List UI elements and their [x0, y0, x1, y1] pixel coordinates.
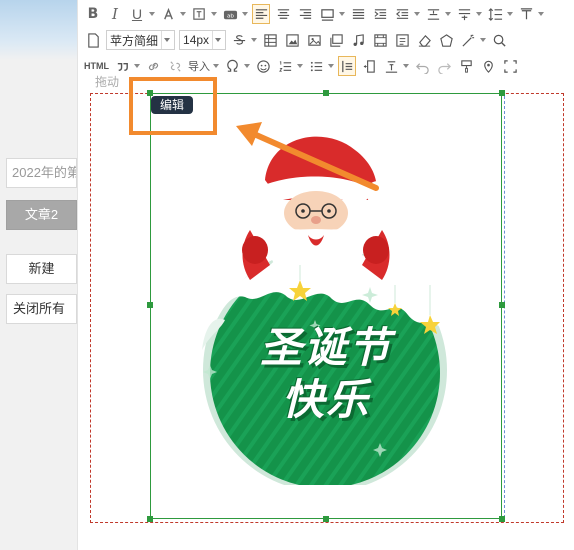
outdent-caret-icon[interactable] — [414, 12, 420, 16]
clear-format-icon[interactable] — [517, 4, 535, 24]
highlight-icon[interactable]: ab — [221, 4, 239, 24]
font-color-icon[interactable] — [159, 4, 177, 24]
spacing-top-caret-icon[interactable] — [445, 12, 451, 16]
table-icon[interactable] — [261, 30, 279, 50]
unlink-icon[interactable] — [166, 56, 184, 76]
ordered-list-icon[interactable] — [276, 56, 294, 76]
annotation-highlight-box — [129, 77, 217, 135]
import-caret-icon[interactable] — [213, 64, 219, 68]
editor-toolbar: B I U ab 苹方简细 14px HTML 导入 — [78, 0, 574, 82]
greeting-line-2: 快乐 — [281, 375, 370, 424]
italic-icon[interactable]: I — [106, 4, 124, 24]
font-family-select[interactable]: 苹方简细 — [106, 30, 176, 50]
vertical-align-caret-icon[interactable] — [403, 64, 409, 68]
gallery-icon[interactable] — [327, 30, 345, 50]
resize-handle-bottom[interactable] — [323, 516, 329, 522]
line-height-icon[interactable] — [486, 4, 504, 24]
article-title-input[interactable]: 2022年的第 — [6, 158, 77, 188]
search-replace-icon[interactable] — [490, 30, 508, 50]
magic-wand-caret-icon[interactable] — [480, 38, 487, 42]
map-icon[interactable] — [479, 56, 497, 76]
unordered-list-caret-icon[interactable] — [328, 64, 334, 68]
chevron-down-icon — [161, 31, 171, 49]
resize-handle-right[interactable] — [499, 302, 505, 308]
close-all-button[interactable]: 关闭所有 — [6, 294, 77, 324]
border-caret-icon[interactable] — [339, 12, 345, 16]
resize-handle-bottom-right[interactable] — [499, 516, 505, 522]
image-icon[interactable] — [283, 30, 301, 50]
fit-width-icon[interactable] — [338, 56, 356, 76]
clear-format-caret-icon[interactable] — [538, 12, 544, 16]
align-center-icon[interactable] — [274, 4, 292, 24]
attachment-icon[interactable] — [393, 30, 411, 50]
undo-icon[interactable] — [413, 56, 431, 76]
spacing-top-icon[interactable] — [424, 4, 442, 24]
template-icon[interactable] — [437, 30, 455, 50]
quote-caret-icon[interactable] — [134, 64, 140, 68]
picture-icon[interactable] — [305, 30, 323, 50]
drag-label[interactable]: 拖动 — [95, 73, 119, 90]
import-button[interactable]: 导入 — [188, 56, 210, 76]
video-icon[interactable] — [371, 30, 389, 50]
align-left-icon[interactable] — [252, 4, 270, 24]
christmas-greeting-text: 圣诞节 快乐 — [226, 322, 426, 426]
emoji-icon[interactable] — [254, 56, 272, 76]
highlight-caret-icon[interactable] — [242, 12, 248, 16]
special-char-icon[interactable] — [223, 56, 241, 76]
underline-caret-icon[interactable] — [149, 12, 155, 16]
insert-col-icon[interactable] — [360, 56, 378, 76]
strikethrough-icon[interactable] — [230, 30, 248, 50]
resize-handle-top-right[interactable] — [499, 90, 505, 96]
align-justify-icon[interactable] — [349, 4, 367, 24]
bold-icon[interactable]: B — [84, 4, 102, 24]
resize-handle-left[interactable] — [147, 302, 153, 308]
toolbar-row-2: 苹方简细 14px — [82, 27, 510, 53]
underline-icon[interactable]: U — [128, 4, 146, 24]
fullscreen-icon[interactable] — [501, 56, 519, 76]
vertical-align-icon[interactable] — [382, 56, 400, 76]
font-color-caret-icon[interactable] — [180, 12, 186, 16]
spacing-bottom-caret-icon[interactable] — [476, 12, 482, 16]
redo-icon[interactable] — [435, 56, 453, 76]
bg-color-caret-icon[interactable] — [211, 12, 217, 16]
eraser-icon[interactable] — [415, 30, 433, 50]
font-size-value: 14px — [183, 33, 210, 47]
svg-text:ab: ab — [227, 13, 234, 19]
spacing-bottom-icon[interactable] — [455, 4, 473, 24]
greeting-line-1: 圣诞节 — [259, 323, 392, 372]
new-doc-icon[interactable] — [84, 30, 102, 50]
background-sky — [0, 0, 77, 60]
format-painter-icon[interactable] — [457, 56, 475, 76]
link-icon[interactable] — [144, 56, 162, 76]
special-char-caret-icon[interactable] — [244, 64, 250, 68]
font-size-select[interactable]: 14px — [179, 30, 227, 50]
resize-handle-top[interactable] — [323, 90, 329, 96]
chevron-down-icon — [212, 31, 222, 49]
toolbar-row-1: B I U ab — [82, 1, 546, 27]
side-panel: 2022年的第 文章2 新建 关闭所有 — [0, 0, 78, 550]
font-family-value: 苹方简细 — [110, 33, 159, 48]
magic-wand-icon[interactable] — [459, 30, 477, 50]
music-icon[interactable] — [349, 30, 367, 50]
strikethrough-caret-icon[interactable] — [251, 38, 258, 42]
unordered-list-icon[interactable] — [307, 56, 325, 76]
bg-color-icon[interactable] — [190, 4, 208, 24]
border-icon[interactable] — [318, 4, 336, 24]
align-right-icon[interactable] — [296, 4, 314, 24]
outdent-icon[interactable] — [393, 4, 411, 24]
toolbar-row-3: HTML 导入 — [82, 53, 521, 79]
line-height-caret-icon[interactable] — [507, 12, 513, 16]
ordered-list-caret-icon[interactable] — [297, 64, 303, 68]
new-button[interactable]: 新建 — [6, 254, 77, 284]
christmas-santa-image[interactable] — [180, 125, 470, 485]
resize-handle-bottom-left[interactable] — [147, 516, 153, 522]
tab-article2[interactable]: 文章2 — [6, 200, 77, 230]
indent-icon[interactable] — [371, 4, 389, 24]
